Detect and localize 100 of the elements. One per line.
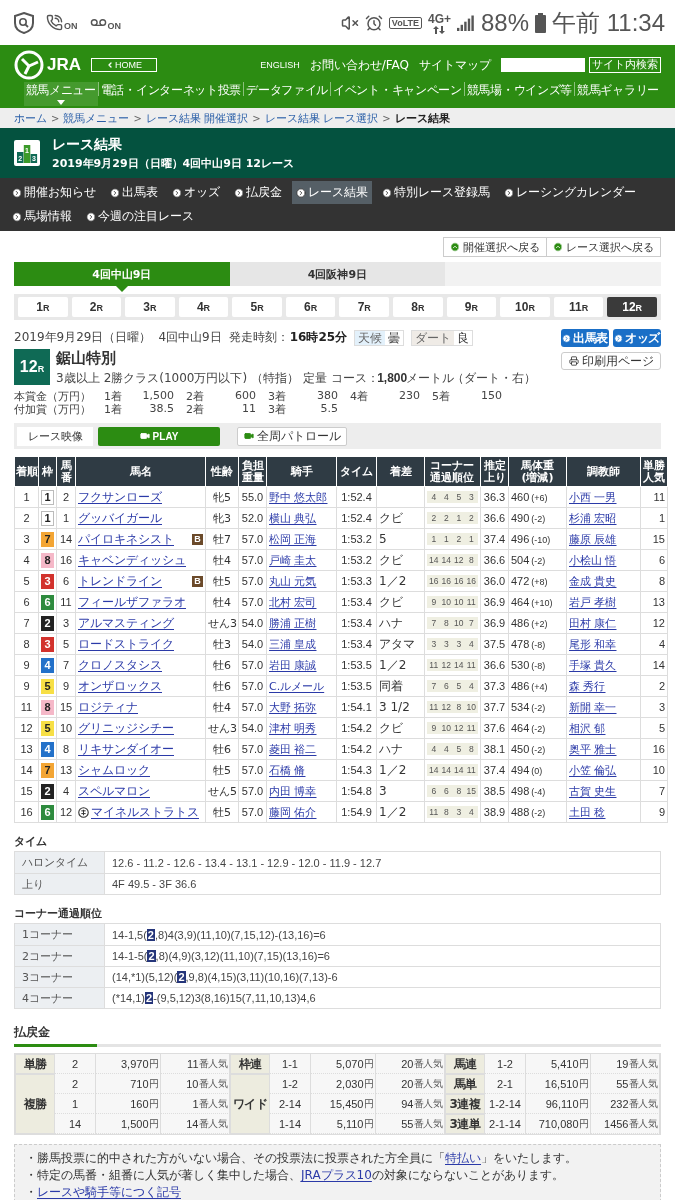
section-title: 払戻金: [14, 1024, 51, 1040]
table-cell: 牡6: [205, 654, 239, 676]
header-link[interactable]: ENGLISH: [260, 60, 300, 70]
race-tab[interactable]: 7R: [339, 297, 390, 317]
nav-item[interactable]: 競馬ギャラリー: [575, 82, 661, 106]
race-link-button[interactable]: 出馬表: [561, 329, 609, 347]
search-button[interactable]: サイト内検索: [589, 57, 661, 73]
subnav-item[interactable]: オッズ: [168, 181, 224, 204]
wifi-call-icon: [46, 14, 63, 31]
table-cell: 57.0: [238, 759, 267, 781]
payout-popularity: 10番人気: [161, 1074, 230, 1094]
note-link[interactable]: JRAプラス10: [301, 1168, 372, 1182]
table-cell: 1:53.5: [336, 654, 377, 676]
race-tab[interactable]: 4R: [178, 297, 229, 317]
table-cell: クビ: [376, 549, 425, 571]
frame-badge: 4: [41, 657, 54, 673]
payout-amount: 160円: [96, 1094, 161, 1114]
volte-label: VoLTE: [388, 16, 422, 29]
horse-link[interactable]: パイロキネシスト: [78, 530, 174, 548]
race-tab[interactable]: 2R: [71, 297, 122, 317]
header-link[interactable]: お問い合わせ/FAQ: [309, 56, 409, 74]
search-field[interactable]: [501, 58, 585, 72]
nav-item[interactable]: データファイル: [244, 82, 331, 106]
table-cell: 37.6: [480, 717, 509, 739]
table-cell: 9: [56, 675, 76, 697]
jra-logo-icon: [14, 50, 44, 80]
table-cell: せん3: [205, 612, 239, 634]
subnav-item[interactable]: 開催お知らせ: [8, 181, 100, 204]
subnav-item[interactable]: 馬場情報: [8, 205, 76, 228]
back-button[interactable]: 開催選択へ戻る: [443, 237, 547, 257]
home-button[interactable]: HOME: [91, 58, 157, 72]
table-cell: 1:53.4: [336, 633, 377, 655]
table-cell: 1:53.4: [336, 612, 377, 634]
payout-combination: 2: [55, 1054, 96, 1074]
table-cell: 牝3: [205, 507, 239, 529]
payout-popularity: 19番人気: [591, 1054, 660, 1074]
nav-item[interactable]: イベント・キャンペーン: [331, 82, 464, 106]
subnav-item[interactable]: 払戻金: [230, 181, 286, 204]
print-button[interactable]: 印刷用ページ: [561, 352, 661, 370]
nav-item[interactable]: 電話・インターネット投票: [98, 82, 244, 106]
note-link[interactable]: 特払い: [445, 1151, 481, 1165]
bet-type: 馬連: [445, 1054, 485, 1074]
patrol-button[interactable]: 全周パトロール: [237, 426, 347, 446]
table-cell: 1／2: [376, 801, 425, 823]
subnav-item[interactable]: レーシングカレンダー: [500, 181, 640, 204]
prize-amount: 150: [481, 389, 502, 404]
table-cell: 38.9: [480, 801, 509, 823]
nav-item[interactable]: 競馬場・ウインズ等: [464, 82, 575, 106]
race-tab[interactable]: 3R: [125, 297, 175, 317]
breadcrumb-link[interactable]: レース結果: [394, 110, 450, 126]
chevron-circle-icon: [110, 187, 120, 198]
circled-mark-icon: [78, 806, 89, 818]
table-cell: せん5: [205, 780, 239, 802]
race-tab[interactable]: 10R: [500, 297, 550, 317]
note-link[interactable]: レースや騎手等につく記号: [37, 1185, 181, 1199]
horse-link[interactable]: トレンドライン: [78, 572, 162, 590]
payout-combination: 1-14: [270, 1114, 311, 1134]
table-cell: 36.6: [480, 549, 509, 571]
race-tab[interactable]: 1R: [18, 297, 68, 317]
table-cell: 57.0: [238, 696, 267, 718]
race-tab[interactable]: 9R: [446, 297, 497, 317]
header-link[interactable]: サイトマップ: [419, 56, 491, 74]
race-tab[interactable]: 12R: [607, 297, 657, 317]
table-cell: 16: [56, 549, 76, 571]
table-cell: 11: [640, 486, 668, 508]
note-text: ・特定の馬番・組番に人気が著しく集中した場合、JRAプラス10の対象にならないことがあります。: [25, 1167, 565, 1184]
race-tab[interactable]: 11R: [553, 297, 604, 317]
back-button[interactable]: レース選択へ戻る: [547, 237, 661, 257]
table-cell: 牡3: [205, 633, 239, 655]
race-link-button[interactable]: オッズ: [613, 329, 661, 347]
subnav-item[interactable]: 出馬表: [106, 181, 162, 204]
subnav-item[interactable]: 特別レース登録馬: [378, 181, 494, 204]
logo-text: JRA: [47, 55, 81, 75]
breadcrumb-link[interactable]: ホーム: [14, 110, 47, 126]
subnav-item[interactable]: レース結果: [292, 181, 372, 204]
prize-amount: 38.5: [149, 402, 174, 417]
race-tab[interactable]: 8R: [393, 297, 443, 317]
table-cell: 16: [640, 738, 668, 760]
corner-positions: 3 3 3 4: [427, 638, 478, 650]
subnav-item[interactable]: 今週の注目レース: [82, 205, 198, 228]
table-cell: 530 (-8): [508, 654, 567, 676]
payout-amount: 2,030円: [311, 1074, 376, 1094]
breadcrumb-link[interactable]: レース結果 開催選択: [145, 110, 249, 126]
table-cell: 36.9: [480, 612, 509, 634]
race-tab[interactable]: 5R: [232, 297, 282, 317]
note-text: ・レースや騎手等につく記号: [25, 1184, 182, 1200]
table-cell: 1:53.5: [336, 675, 377, 697]
breadcrumb-link[interactable]: レース結果 レース選択: [264, 110, 379, 126]
nav-item[interactable]: 競馬メニュー: [23, 82, 98, 106]
table-cell: 10: [56, 717, 76, 739]
meeting-name: 4回中山9日: [158, 329, 222, 346]
payout-amount: 5,110円: [311, 1114, 376, 1134]
payout-combination: 14: [55, 1114, 96, 1134]
table-cell: 1:52.4: [336, 486, 377, 508]
breadcrumb-link[interactable]: 競馬メニュー: [63, 110, 130, 126]
frame-badge: 8: [41, 552, 54, 568]
frame-badge: 5: [41, 678, 54, 694]
table-cell: 472 (+8): [508, 570, 567, 592]
race-tab[interactable]: 6R: [285, 297, 336, 317]
play-button[interactable]: PLAY: [98, 426, 220, 446]
